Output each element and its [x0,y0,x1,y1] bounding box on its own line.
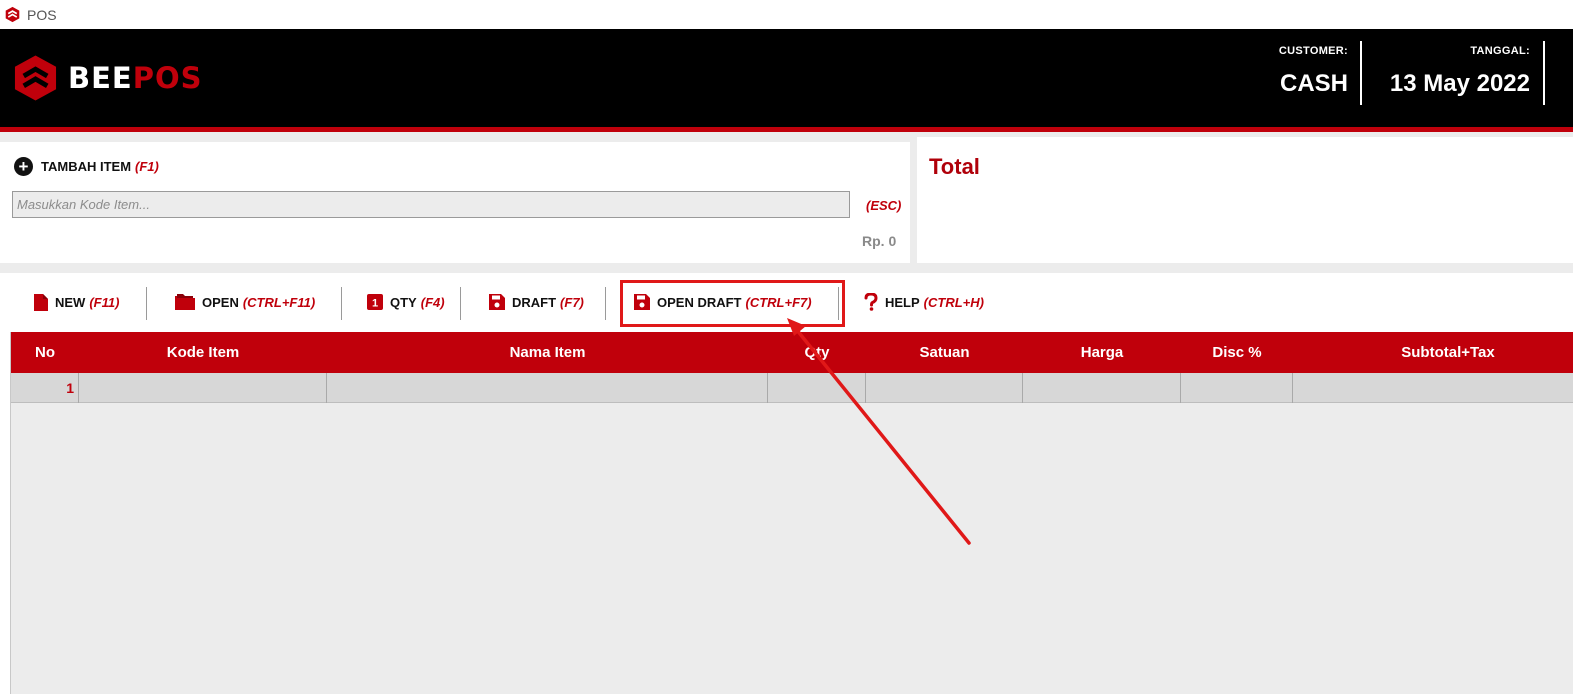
add-item-header[interactable]: + TAMBAH ITEM (F1) [14,157,159,176]
draft-button-shortcut: (F7) [560,294,584,310]
cell-nama-item[interactable] [327,373,768,403]
open-button-shortcut: (CTRL+F11) [242,294,316,310]
qty-button-label: QTY [390,294,417,310]
brand-name-bee: BEE [68,61,133,95]
brand-name: BEEPOS [68,61,203,95]
qty-button[interactable]: 1 QTY (F4) [367,287,445,317]
window-title: POS [27,6,57,23]
question-icon [864,293,878,311]
help-button-label: HELP [885,294,920,310]
column-header-kode-item[interactable]: Kode Item [79,332,327,373]
annotation-highlight-box [620,280,845,327]
file-icon [34,293,48,311]
new-button[interactable]: NEW (F11) [34,287,119,317]
column-header-subtotal-tax[interactable]: Subtotal+Tax [1293,332,1573,373]
help-button[interactable]: HELP (CTRL+H) [864,287,984,317]
action-toolbar: NEW (F11) OPEN (CTRL+F11) 1 QTY (F4) DRA… [0,273,1573,332]
add-item-panel: + TAMBAH ITEM (F1) (ESC) Rp. 0 [0,142,910,263]
customer-value[interactable]: CASH [1180,70,1348,98]
panel-gap [910,142,917,263]
cell-no[interactable]: 1 [11,373,79,403]
new-button-shortcut: (F11) [89,294,120,310]
cell-satuan[interactable] [866,373,1023,403]
plus-circle-icon: + [14,157,33,176]
save-icon [489,294,505,310]
app-logo-icon [4,6,21,23]
toolbar-divider [146,287,147,320]
customer-block: CUSTOMER: CASH [1180,39,1348,105]
header-divider [1543,41,1545,105]
draft-button[interactable]: DRAFT (F7) [489,287,584,317]
toolbar-divider [460,287,461,320]
qty-icon: 1 [367,294,383,310]
add-item-label: TAMBAH ITEM [41,159,132,174]
beepos-logo-icon [14,55,57,101]
esc-shortcut: (ESC) [866,198,902,213]
table-row[interactable]: 1 [11,373,1573,403]
add-item-shortcut: (F1) [135,159,159,174]
qty-button-shortcut: (F4) [420,294,445,310]
total-panel: Total [917,137,1573,268]
column-header-disc[interactable]: Disc % [1181,332,1293,373]
date-value[interactable]: 13 May 2022 [1370,70,1530,98]
cell-subtotal-tax[interactable] [1293,373,1573,403]
column-header-harga[interactable]: Harga [1023,332,1181,373]
header-divider [1360,41,1362,105]
column-header-no[interactable]: No [11,332,79,373]
column-header-qty[interactable]: Qty [768,332,866,373]
folder-icon [175,294,195,310]
cell-harga[interactable] [1023,373,1181,403]
column-header-nama-item[interactable]: Nama Item [327,332,768,373]
help-button-shortcut: (CTRL+H) [923,294,984,310]
toolbar-divider [341,287,342,320]
svg-text:1: 1 [372,298,378,310]
toolbar-divider [605,287,606,320]
item-code-input[interactable] [12,191,850,218]
panel-gap [0,263,1573,273]
total-label: Total [929,154,980,179]
customer-label: CUSTOMER: [1278,45,1348,57]
date-label: TANGGAL: [1470,45,1530,57]
items-grid: No Kode Item Nama Item Qty Satuan Harga … [10,332,1573,694]
date-block: TANGGAL: 13 May 2022 [1370,39,1530,105]
app-header: BEEPOS CUSTOMER: CASH TANGGAL: 13 May 20… [0,29,1573,127]
cell-qty[interactable] [768,373,866,403]
cell-kode-item[interactable] [79,373,327,403]
open-button-label: OPEN [202,294,239,310]
grid-header: No Kode Item Nama Item Qty Satuan Harga … [11,332,1573,373]
cell-disc[interactable] [1181,373,1293,403]
row-number: 1 [66,380,74,396]
draft-button-label: DRAFT [512,294,557,310]
new-button-label: NEW [55,294,86,310]
open-button[interactable]: OPEN (CTRL+F11) [175,287,315,317]
item-amount: Rp. 0 [862,233,897,249]
brand-name-pos: POS [132,61,203,95]
window-titlebar: POS [0,0,1573,29]
column-header-satuan[interactable]: Satuan [866,332,1023,373]
brand-logo: BEEPOS [13,54,203,102]
